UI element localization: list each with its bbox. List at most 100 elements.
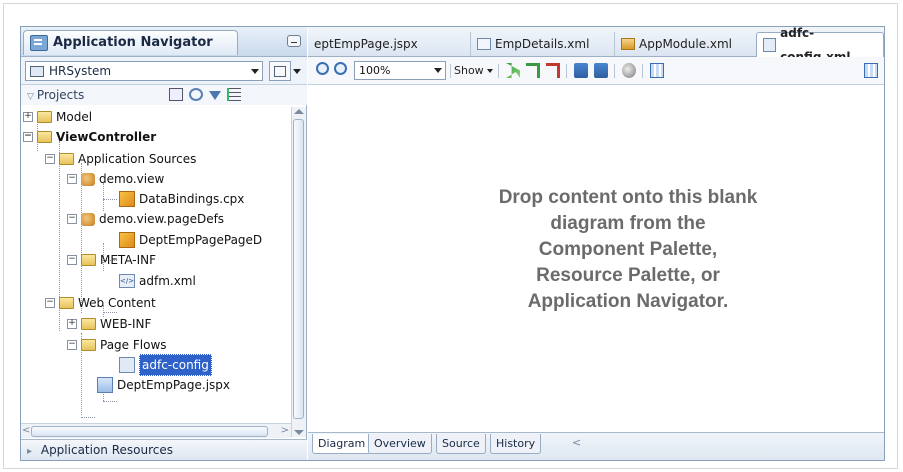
projects-label[interactable]: Projects <box>27 85 84 107</box>
navigator-tab[interactable]: Application Navigator <box>23 30 238 55</box>
tree-item-label: WEB-INF <box>100 317 152 331</box>
tree-item-deptemppage[interactable]: DeptEmpPage.jspx <box>97 375 230 395</box>
tree-item-web-inf[interactable]: + WEB-INF <box>67 314 151 334</box>
collapse-icon[interactable]: − <box>45 298 55 308</box>
tree-item-label: demo.view.pageDefs <box>99 212 225 226</box>
tree-item-label: DeptEmpPagePageD <box>139 233 263 247</box>
zoom-value: 100% <box>359 64 391 77</box>
tab-label: Diagram <box>318 437 366 450</box>
tab-history[interactable]: History <box>490 434 542 454</box>
find-icon[interactable] <box>169 88 183 101</box>
expand-icon[interactable]: + <box>23 112 33 122</box>
tab-deptemppage-jspx[interactable]: eptEmpPage.jspx <box>308 32 424 56</box>
tree-item-adfm-xml[interactable]: </> adfm.xml <box>119 271 196 291</box>
folder-icon <box>81 339 96 351</box>
zoom-select[interactable]: 100% <box>354 61 446 80</box>
navigator-horizontal-scrollbar[interactable]: < > <box>21 423 291 438</box>
show-menu[interactable]: Show <box>454 61 493 80</box>
tab-source[interactable]: Source <box>436 434 486 454</box>
workspace-name: HRSystem <box>49 64 112 78</box>
page-flow-icon <box>763 38 777 52</box>
control-flow-icon[interactable] <box>506 63 520 78</box>
tab-diagram[interactable]: Diagram <box>312 434 372 454</box>
jspx-file-icon <box>97 377 113 393</box>
scrollbar-thumb[interactable] <box>31 426 268 437</box>
return-flow-icon[interactable] <box>546 63 560 78</box>
collapse-icon[interactable]: − <box>23 132 33 142</box>
diagram-toolbar: 100% Show <box>308 57 884 85</box>
tree-item-page-flows[interactable]: − Page Flows <box>67 335 167 355</box>
project-icon <box>37 131 52 143</box>
refresh-icon[interactable] <box>189 88 203 101</box>
tree-item-label-selected: adfc-config <box>139 354 212 376</box>
tree-item-label: Application Sources <box>78 152 197 166</box>
diagram-canvas[interactable]: Drop content onto this blank diagram fro… <box>308 85 884 430</box>
chevron-down-icon[interactable] <box>293 69 301 74</box>
application-resources-panel[interactable]: Application Resources <box>21 439 307 460</box>
toolbar-overflow-icon[interactable] <box>864 63 878 78</box>
tree-item-databindings[interactable]: DataBindings.cpx <box>119 189 244 209</box>
scroll-down-icon[interactable] <box>294 430 304 435</box>
minimize-button[interactable] <box>287 35 301 47</box>
scroll-up-icon[interactable] <box>294 109 304 114</box>
application-icon <box>30 35 48 51</box>
expand-icon[interactable]: + <box>67 319 77 329</box>
collapse-icon[interactable]: − <box>67 174 77 184</box>
tree-item-meta-inf[interactable]: − META-INF <box>67 250 156 270</box>
tree-item-demo-view[interactable]: − demo.view <box>67 169 164 189</box>
message-line: diagram from the <box>550 213 706 234</box>
scroll-right-icon[interactable]: > <box>281 426 289 436</box>
align-icon[interactable] <box>594 63 608 78</box>
tree-item-viewcontroller[interactable]: − ViewController <box>23 127 156 147</box>
zoom-out-icon[interactable] <box>334 62 347 75</box>
app-module-icon <box>621 38 635 50</box>
message-line: Drop content onto this blank <box>498 187 758 208</box>
pagedef-file-icon <box>119 232 135 248</box>
editor-panel: eptEmpPage.jspx EmpDetails.xml AppModule… <box>308 27 884 460</box>
sort-icon[interactable] <box>227 88 241 101</box>
collapse-icon[interactable]: − <box>67 255 77 265</box>
tree-item-label: demo.view <box>99 172 165 186</box>
chevron-down-icon <box>434 68 442 73</box>
tab-appmodule-xml[interactable]: AppModule.xml <box>614 32 738 56</box>
tab-empdetails-xml[interactable]: EmpDetails.xml <box>470 32 595 56</box>
scrollbar-thumb[interactable] <box>293 119 304 419</box>
tab-label: EmpDetails.xml <box>495 37 590 51</box>
collapse-icon[interactable]: − <box>67 340 77 350</box>
tree-item-adfc-config[interactable]: adfc-config <box>119 354 212 376</box>
tree-item-model[interactable]: + Model <box>23 107 92 127</box>
wildcard-flow-icon[interactable] <box>526 63 540 78</box>
package-icon <box>81 172 95 186</box>
message-line: Resource Palette, or <box>536 265 720 286</box>
breakpoint-icon[interactable] <box>622 63 636 78</box>
message-line: Component Palette, <box>538 239 718 260</box>
filter-icon[interactable] <box>209 91 221 100</box>
navigator-vertical-scrollbar[interactable] <box>291 107 306 437</box>
folder-icon <box>59 153 74 165</box>
chevron-down-icon <box>486 69 493 73</box>
tree-item-demo-view-pagedefs[interactable]: − demo.view.pageDefs <box>67 209 224 229</box>
tree-item-web-content[interactable]: − Web Content <box>45 293 156 313</box>
navigator-title-bar: Application Navigator <box>21 27 307 57</box>
page-flow-icon <box>119 357 135 373</box>
projects-bar: Projects <box>21 85 307 105</box>
tab-overview[interactable]: Overview <box>368 434 432 454</box>
scroll-left-icon[interactable]: < <box>572 436 581 449</box>
workspace-bar: HRSystem <box>21 57 307 85</box>
empty-diagram-message: Drop content onto this blank diagram fro… <box>458 185 798 315</box>
arrange-icon[interactable] <box>650 63 664 78</box>
layout-icon[interactable] <box>574 63 588 78</box>
tree-item-application-sources[interactable]: − Application Sources <box>45 149 196 169</box>
tree-item-label: Model <box>56 110 93 124</box>
collapse-icon[interactable]: − <box>67 214 77 224</box>
workspace-select[interactable]: HRSystem <box>25 61 263 81</box>
screenshot-frame: Application Navigator HRSystem Projects <box>3 3 898 469</box>
workspace-icon <box>30 65 44 77</box>
collapse-icon[interactable]: − <box>45 154 55 164</box>
xml-file-icon: </> <box>119 274 135 288</box>
zoom-in-icon[interactable] <box>316 62 329 75</box>
scroll-left-icon[interactable]: < <box>22 426 30 436</box>
tab-adfc-config-xml[interactable]: adfc-config.xml <box>756 27 884 64</box>
tree-item-pagedef[interactable]: DeptEmpPagePageD <box>119 230 262 250</box>
application-menu-button[interactable] <box>269 61 291 81</box>
